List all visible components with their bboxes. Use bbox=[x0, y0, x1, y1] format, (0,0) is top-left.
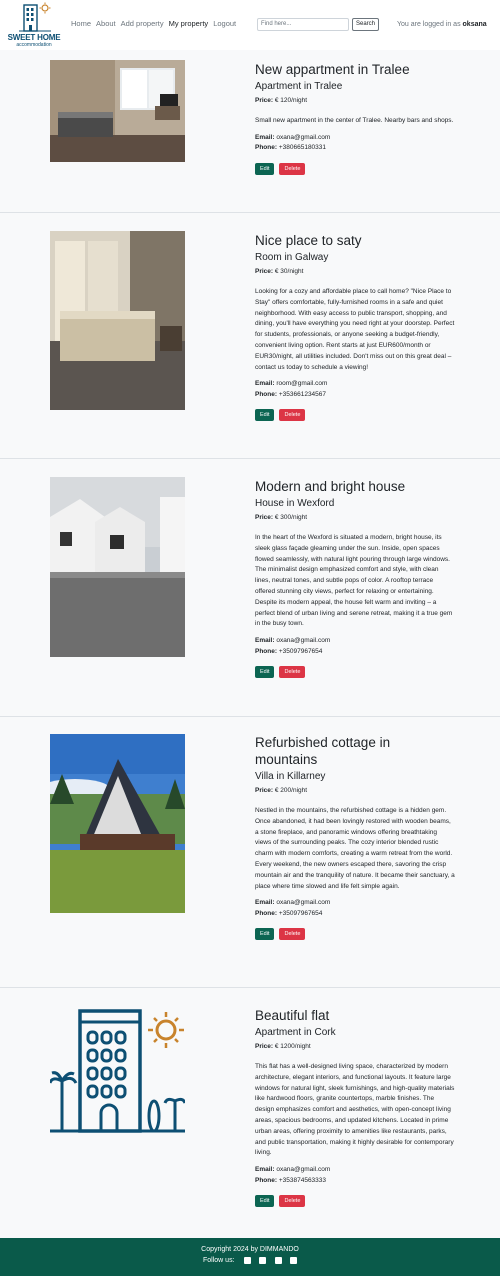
youtube-icon[interactable] bbox=[290, 1257, 297, 1264]
price-value: € 30/night bbox=[274, 268, 304, 275]
price-label: Price: bbox=[255, 97, 274, 104]
listing-description: Looking for a cozy and affordable place … bbox=[255, 288, 455, 371]
listing-photo[interactable] bbox=[50, 734, 185, 913]
listing-title: Beautiful flat bbox=[255, 1008, 330, 1023]
nav-links: Home About Add property My property Logo… bbox=[71, 19, 241, 28]
navbar: SWEET HOME accommodation Home About Add … bbox=[0, 0, 500, 50]
email-value: oxana@gmail.com bbox=[276, 1166, 331, 1174]
listing-card: Modern and bright house House in Wexford… bbox=[0, 459, 500, 717]
listing-photo[interactable] bbox=[50, 60, 185, 162]
listing-subtitle: Room in Galway bbox=[255, 252, 329, 263]
instagram-icon[interactable] bbox=[275, 1257, 282, 1264]
building-logo-icon bbox=[19, 2, 51, 32]
phone-label: Phone: bbox=[255, 909, 278, 917]
email-label: Email: bbox=[255, 1166, 275, 1174]
nav-link-add-property[interactable]: Add property bbox=[121, 19, 164, 28]
nav-link-about[interactable]: About bbox=[96, 19, 116, 28]
listing-photo-logo[interactable] bbox=[50, 1006, 185, 1136]
listing-subtitle: House in Wexford bbox=[255, 498, 335, 509]
delete-button[interactable]: Delete bbox=[279, 1195, 306, 1208]
email-label: Email: bbox=[255, 380, 275, 388]
listing-description: Small new apartment in the center of Tra… bbox=[255, 117, 454, 124]
phone-value: +353874563333 bbox=[278, 1176, 327, 1184]
listing-photo[interactable] bbox=[50, 477, 185, 657]
delete-button[interactable]: Delete bbox=[279, 409, 306, 422]
email-label: Email: bbox=[255, 133, 275, 141]
follow-label: Follow us: bbox=[203, 1257, 235, 1264]
listing-subtitle: Apartment in Tralee bbox=[255, 81, 343, 92]
phone-label: Phone: bbox=[255, 144, 278, 152]
nav-link-logout[interactable]: Logout bbox=[213, 19, 236, 28]
price-value: € 300/night bbox=[274, 514, 308, 521]
listing-title: New appartment in Tralee bbox=[255, 62, 410, 77]
email-value: room@gmail.com bbox=[276, 380, 328, 388]
email-label: Email: bbox=[255, 899, 275, 907]
listing-contact: Email: oxana@gmail.com Phone: +380665180… bbox=[255, 133, 455, 154]
listing-card: New appartment in Tralee Apartment in Tr… bbox=[0, 50, 500, 213]
edit-button[interactable]: Edit bbox=[255, 162, 275, 175]
listing-contact: Email: room@gmail.com Phone: +3536612345… bbox=[255, 379, 455, 400]
username: oksana bbox=[462, 21, 487, 28]
listing-price: Price: € 1200/night bbox=[255, 1043, 455, 1050]
listing-card: Nice place to saty Room in Galway Price:… bbox=[0, 213, 500, 459]
listing-description: This flat has a well-designed living spa… bbox=[255, 1063, 455, 1157]
delete-button[interactable]: Delete bbox=[279, 162, 306, 175]
listing-contact: Email: oxana@gmail.com Phone: +350979676… bbox=[255, 636, 455, 657]
price-label: Price: bbox=[255, 787, 274, 794]
building-logo-icon bbox=[50, 1009, 185, 1133]
email-value: oxana@gmail.com bbox=[276, 899, 331, 907]
edit-button[interactable]: Edit bbox=[255, 928, 275, 941]
listing-price: Price: € 30/night bbox=[255, 268, 455, 275]
edit-button[interactable]: Edit bbox=[255, 409, 275, 422]
brand-name: SWEET HOME bbox=[7, 33, 61, 42]
copyright: Copyright 2024 by DIMMANDO bbox=[201, 1246, 299, 1253]
listing-card: Refurbished cottage in mountains Villa i… bbox=[0, 717, 500, 988]
search-button[interactable]: Search bbox=[352, 18, 379, 31]
brand-logo[interactable]: SWEET HOME accommodation bbox=[4, 2, 62, 48]
search-input[interactable]: Find here... bbox=[257, 18, 349, 31]
phone-value: +35097967654 bbox=[278, 909, 323, 917]
facebook-icon[interactable] bbox=[244, 1257, 251, 1264]
logged-in-label: You are logged in as bbox=[397, 21, 461, 28]
nav-link-my-property[interactable]: My property bbox=[169, 19, 209, 28]
listing-price: Price: € 300/night bbox=[255, 514, 455, 521]
phone-label: Phone: bbox=[255, 390, 278, 398]
listing-title: Modern and bright house bbox=[255, 479, 406, 494]
listing-description: In the heart of the Wexford is situated … bbox=[255, 534, 453, 628]
price-label: Price: bbox=[255, 514, 274, 521]
twitter-icon[interactable] bbox=[259, 1257, 266, 1264]
delete-button[interactable]: Delete bbox=[279, 666, 306, 679]
listing-title: Nice place to saty bbox=[255, 233, 362, 248]
edit-button[interactable]: Edit bbox=[255, 1195, 275, 1208]
email-label: Email: bbox=[255, 637, 275, 645]
email-value: oxana@gmail.com bbox=[276, 133, 331, 141]
nav-link-home[interactable]: Home bbox=[71, 19, 91, 28]
listing-contact: Email: oxana@gmail.com Phone: +353874563… bbox=[255, 1165, 455, 1186]
delete-button[interactable]: Delete bbox=[279, 928, 306, 941]
listing-subtitle: Apartment in Cork bbox=[255, 1027, 336, 1038]
listing-subtitle: Villa in Killarney bbox=[255, 771, 326, 782]
phone-value: +35097967654 bbox=[278, 647, 323, 655]
logged-in-status: You are logged in as oksana bbox=[397, 21, 487, 28]
listing-card: Beautiful flat Apartment in Cork Price: … bbox=[0, 988, 500, 1238]
listing-description: Nestled in the mountains, the refurbishe… bbox=[255, 807, 455, 890]
phone-value: +353661234567 bbox=[278, 390, 327, 398]
price-value: € 200/night bbox=[274, 787, 308, 794]
listing-title: Refurbished cottage in mountains bbox=[255, 735, 391, 767]
listing-price: Price: € 120/night bbox=[255, 97, 455, 104]
phone-value: +380665180331 bbox=[278, 144, 327, 152]
listing-price: Price: € 200/night bbox=[255, 787, 455, 794]
brand-tagline: accommodation bbox=[16, 42, 52, 48]
price-label: Price: bbox=[255, 268, 274, 275]
email-value: oxana@gmail.com bbox=[276, 637, 331, 645]
price-value: € 1200/night bbox=[274, 1043, 311, 1050]
phone-label: Phone: bbox=[255, 1176, 278, 1184]
price-label: Price: bbox=[255, 1043, 274, 1050]
listing-photo[interactable] bbox=[50, 231, 185, 410]
edit-button[interactable]: Edit bbox=[255, 666, 275, 679]
price-value: € 120/night bbox=[274, 97, 308, 104]
listing-contact: Email: oxana@gmail.com Phone: +350979676… bbox=[255, 898, 455, 919]
footer: Copyright 2024 by DIMMANDO Follow us: bbox=[0, 1238, 500, 1276]
phone-label: Phone: bbox=[255, 647, 278, 655]
